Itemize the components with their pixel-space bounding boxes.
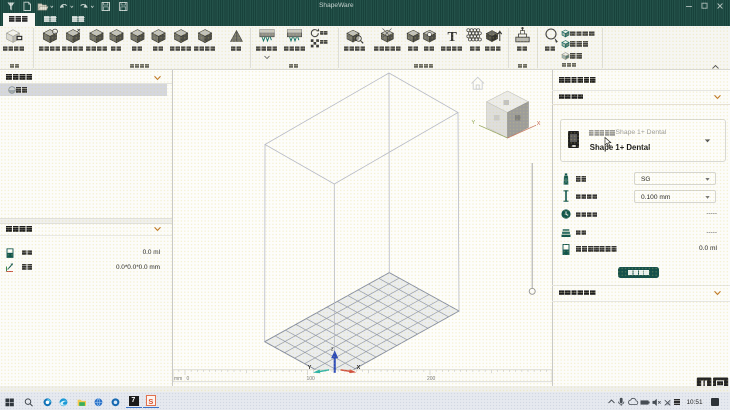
svg-text:X: X	[537, 121, 541, 127]
svg-text:X: X	[357, 365, 361, 371]
svg-text:200: 200	[427, 376, 436, 382]
svg-text:mm: mm	[174, 376, 182, 382]
svg-text:T: T	[448, 30, 458, 45]
svg-text:100: 100	[307, 376, 316, 382]
svg-text:0: 0	[187, 376, 190, 382]
svg-text:Y: Y	[308, 365, 312, 371]
svg-text:Y: Y	[472, 120, 476, 126]
